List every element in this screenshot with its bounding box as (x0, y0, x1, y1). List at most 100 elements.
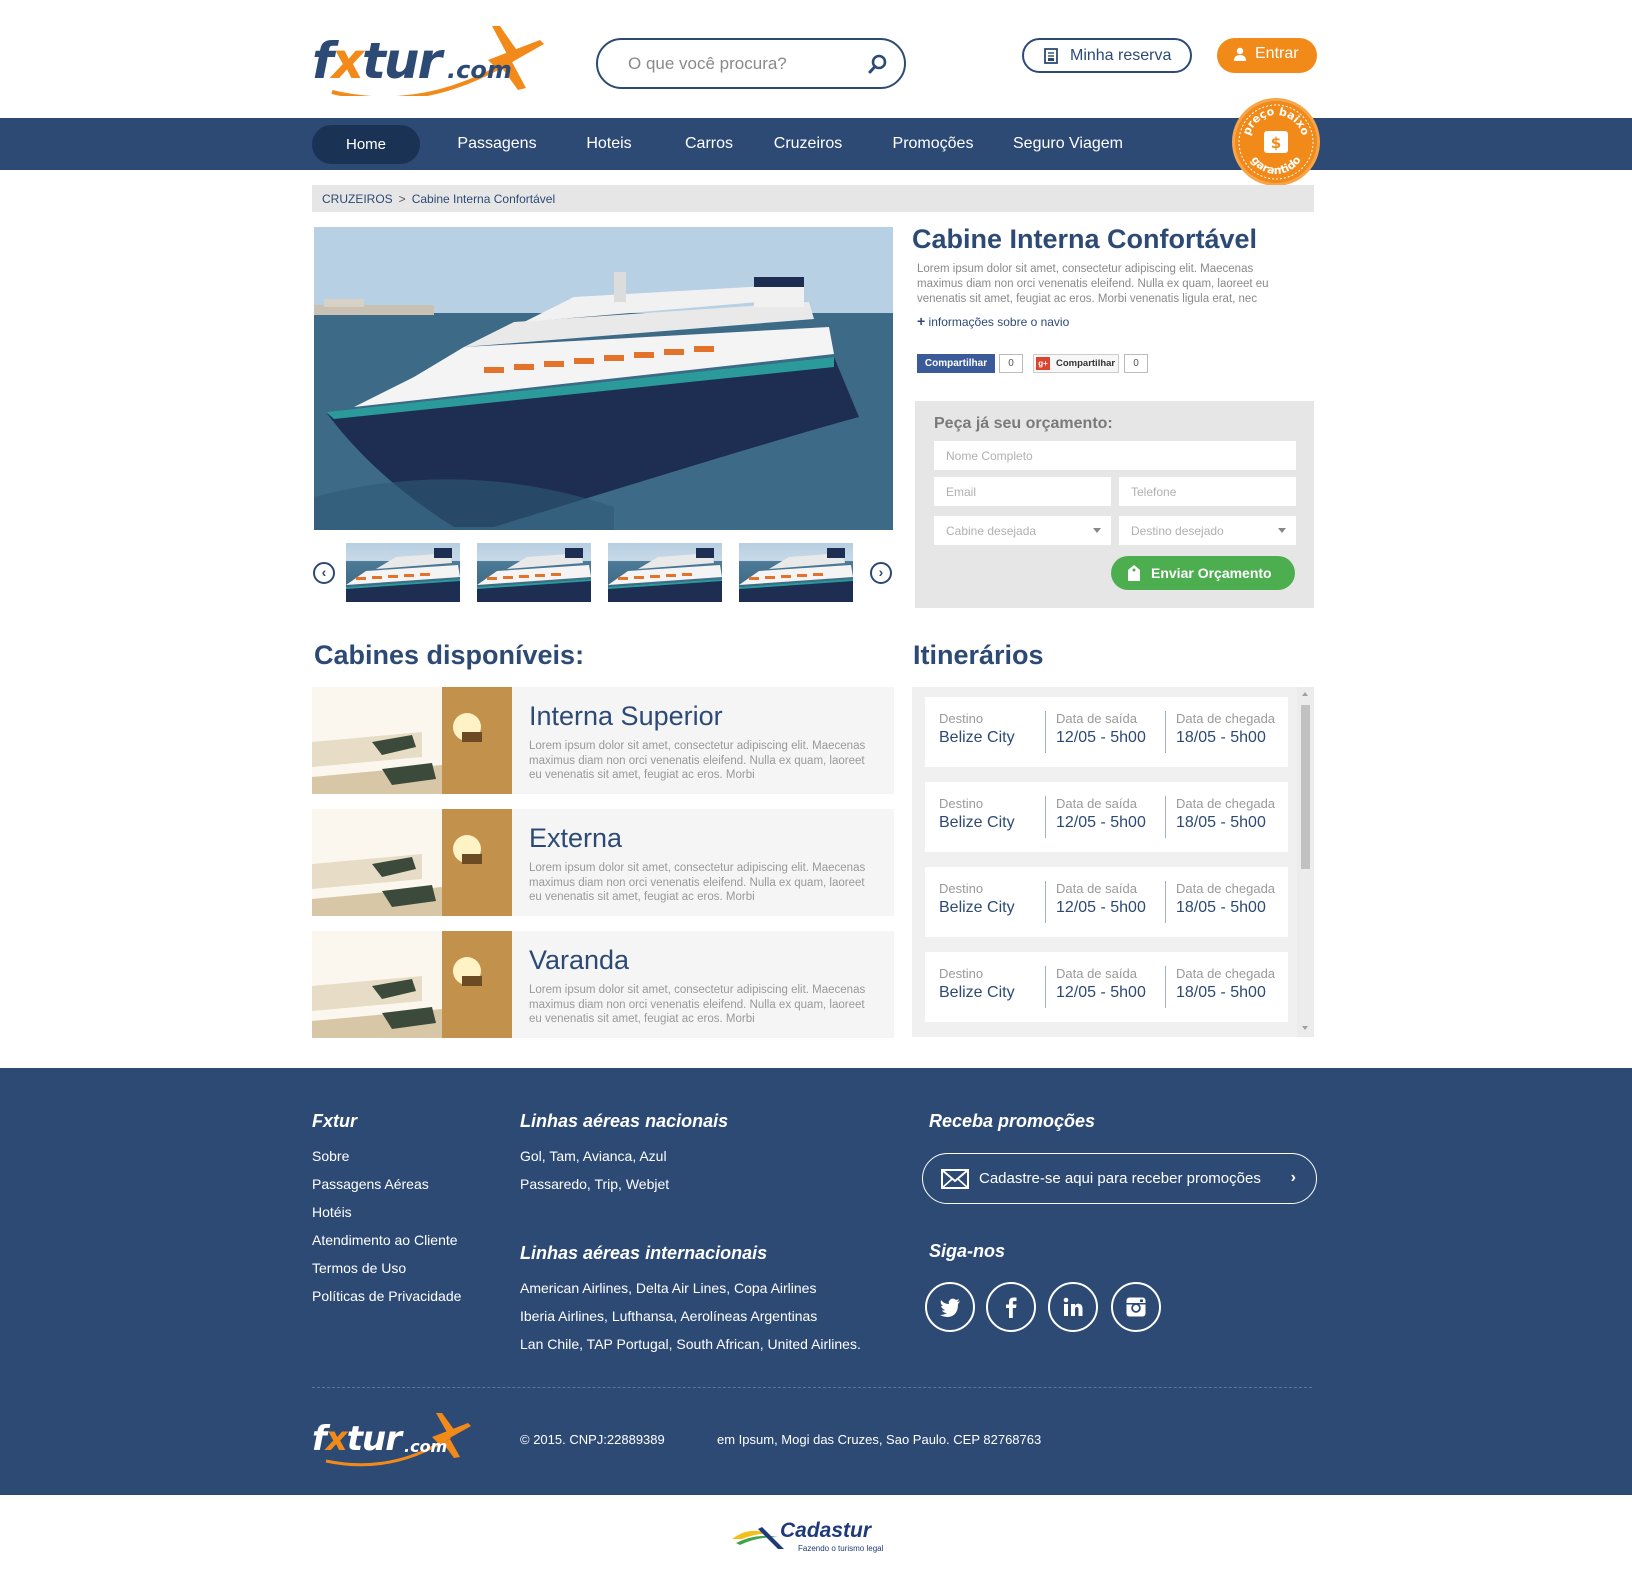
cabin-card[interactable]: Externa Lorem ipsum dolor sit amet, cons… (312, 809, 894, 916)
cabin-card[interactable]: Interna Superior Lorem ipsum dolor sit a… (312, 687, 894, 794)
footer-link-hoteis[interactable]: Hotéis (312, 1204, 352, 1220)
chegada-label: Data de chegada (1176, 966, 1276, 981)
main-nav: Home Passagens Hoteis Carros Cruzeiros P… (0, 118, 1632, 170)
cruise-ship-thumb (477, 548, 591, 602)
mail-icon (941, 1169, 969, 1189)
footer-nacionais-title: Linhas aéreas nacionais (520, 1111, 729, 1131)
search-box (596, 38, 906, 89)
chegada-label: Data de chegada (1176, 881, 1276, 896)
chegada-column: Data de chegada 18/05 - 5h00 (1176, 796, 1275, 840)
chevron-down-icon (1093, 528, 1101, 533)
footer-link-atendimento[interactable]: Atendimento ao Cliente (312, 1232, 458, 1248)
instagram-icon (1126, 1297, 1146, 1317)
googleplus-share-button[interactable]: g+ Compartilhar (1033, 354, 1119, 373)
cabin-illustration (312, 809, 512, 916)
footer-link-passagens-aereas[interactable]: Passagens Aéreas (312, 1176, 429, 1192)
tag-icon (1128, 565, 1140, 581)
entrar-button[interactable]: Entrar (1217, 38, 1317, 73)
product-description: Lorem ipsum dolor sit amet, consectetur … (917, 263, 1269, 305)
facebook-icon (1006, 1297, 1017, 1318)
nome-completo-field[interactable] (934, 441, 1296, 470)
cruise-ship-thumb (608, 548, 722, 602)
linkedin-button[interactable] (1048, 1282, 1098, 1332)
scroll-up-arrow-icon[interactable] (1302, 692, 1308, 696)
gallery-prev-button[interactable]: ‹ (313, 562, 335, 584)
footer-fxtur-logo[interactable]: fxtur .com (312, 1411, 472, 1469)
gallery-thumb-3[interactable] (608, 543, 722, 602)
quote-form-title: Peça já seu orçamento: (934, 415, 1113, 432)
cabin-name: Externa (529, 823, 623, 853)
nav-item-passagens[interactable]: Passagens (450, 118, 544, 170)
gallery-thumb-1[interactable] (346, 543, 460, 602)
facebook-button[interactable] (986, 1282, 1036, 1332)
gallery-next-button[interactable]: › (870, 562, 892, 584)
destino-column: Destino Belize City (939, 881, 1015, 925)
googleplus-icon: g+ (1036, 357, 1050, 370)
nav-item-promocoes[interactable]: Promoções (886, 118, 980, 170)
saida-label: Data de saída (1056, 881, 1137, 896)
search-input[interactable] (628, 52, 858, 76)
newsletter-signup-button[interactable]: Cadastre-se aqui para receber promoções … (922, 1153, 1317, 1204)
instagram-button[interactable] (1111, 1282, 1161, 1332)
fxtur-logo[interactable]: fxtur .com (312, 22, 544, 96)
site-footer: Fxtur Sobre Passagens Aéreas Hotéis Aten… (0, 1068, 1632, 1495)
footer-fxtur-title: Fxtur (312, 1111, 357, 1131)
destino-label: Destino (939, 966, 984, 981)
chegada-label: Data de chegada (1176, 711, 1276, 726)
minha-reserva-button[interactable]: Minha reserva (1022, 38, 1192, 73)
cabin-photo (312, 931, 512, 1038)
column-divider (1165, 796, 1166, 838)
saida-label: Data de saída (1056, 796, 1137, 811)
footer-internacionais-line: Lan Chile, TAP Portugal, South African, … (520, 1336, 861, 1352)
footer-address: em Ipsum, Mogi das Cruzes, Sao Paulo. CE… (717, 1432, 1042, 1447)
cabine-select[interactable]: Cabine desejada (934, 516, 1111, 545)
destino-select[interactable]: Destino desejado (1119, 516, 1296, 545)
minha-reserva-label: Minha reserva (1070, 47, 1172, 64)
ship-info-link[interactable]: + informações sobre o navio (917, 313, 1069, 329)
footer-link-termos[interactable]: Termos de Uso (312, 1260, 406, 1276)
scrollbar-thumb[interactable] (1301, 705, 1310, 869)
itinerary-row: Destino Belize City Data de saída 12/05 - … (925, 952, 1288, 1022)
footer-nacionais-line: Gol, Tam, Avianca, Azul (520, 1148, 667, 1164)
breadcrumb-section[interactable]: CRUZEIROS (322, 192, 393, 206)
saida-label: Data de saída (1056, 966, 1137, 981)
nav-item-cruzeiros[interactable]: Cruzeiros (768, 118, 848, 170)
cadastur-logo[interactable]: Cadastur Fazendo o turismo legal (732, 1517, 892, 1559)
telefone-field[interactable] (1119, 477, 1296, 506)
nav-item-carros[interactable]: Carros (678, 118, 740, 170)
footer-internacionais-line: American Airlines, Delta Air Lines, Copa… (520, 1280, 817, 1296)
destino-column: Destino Belize City (939, 711, 1015, 755)
cadastur-name: Cadastur (780, 1519, 872, 1542)
gallery-thumb-4[interactable] (739, 543, 853, 602)
scroll-down-arrow-icon[interactable] (1302, 1026, 1308, 1030)
column-divider (1165, 711, 1166, 753)
gallery-thumb-2[interactable] (477, 543, 591, 602)
footer-link-sobre[interactable]: Sobre (312, 1148, 349, 1164)
search-icon[interactable] (868, 54, 888, 74)
saida-value: 12/05 - 5h00 (1056, 984, 1146, 1001)
footer-link-privacidade[interactable]: Políticas de Privacidade (312, 1288, 461, 1304)
enviar-orcamento-button[interactable]: Enviar Orçamento (1111, 556, 1295, 590)
nav-item-seguro-viagem[interactable]: Seguro Viagem (1010, 118, 1126, 170)
cabines-title: Cabines disponíveis: (314, 640, 585, 670)
footer-logo-text: fxtur (312, 1419, 402, 1459)
cabin-card[interactable]: Varanda Lorem ipsum dolor sit amet, cons… (312, 931, 894, 1038)
chegada-value: 18/05 - 5h00 (1176, 899, 1266, 916)
footer-divider (312, 1387, 1312, 1388)
itinerarios-scrollbar[interactable] (1297, 687, 1314, 1037)
saida-column: Data de saída 12/05 - 5h00 (1056, 711, 1146, 755)
email-field[interactable] (934, 477, 1111, 506)
breadcrumb-current: Cabine Interna Confortável (411, 192, 556, 206)
footer-social-title: Siga-nos (929, 1241, 1006, 1261)
itinerary-row: Destino Belize City Data de saída 12/05 - … (925, 697, 1288, 767)
twitter-button[interactable] (925, 1282, 975, 1332)
column-divider (1045, 881, 1046, 923)
logo-suffix: .com (447, 56, 512, 84)
facebook-share-button[interactable]: Compartilhar (917, 354, 995, 373)
cruise-ship-photo (314, 227, 893, 530)
nav-item-home[interactable]: Home (312, 125, 420, 164)
itinerarios-list[interactable]: Destino Belize City Data de saída 12/05 - … (912, 687, 1314, 1037)
nav-item-hoteis[interactable]: Hoteis (578, 118, 640, 170)
saida-value: 12/05 - 5h00 (1056, 729, 1146, 746)
footer-logo-suffix: .com (404, 1437, 448, 1456)
